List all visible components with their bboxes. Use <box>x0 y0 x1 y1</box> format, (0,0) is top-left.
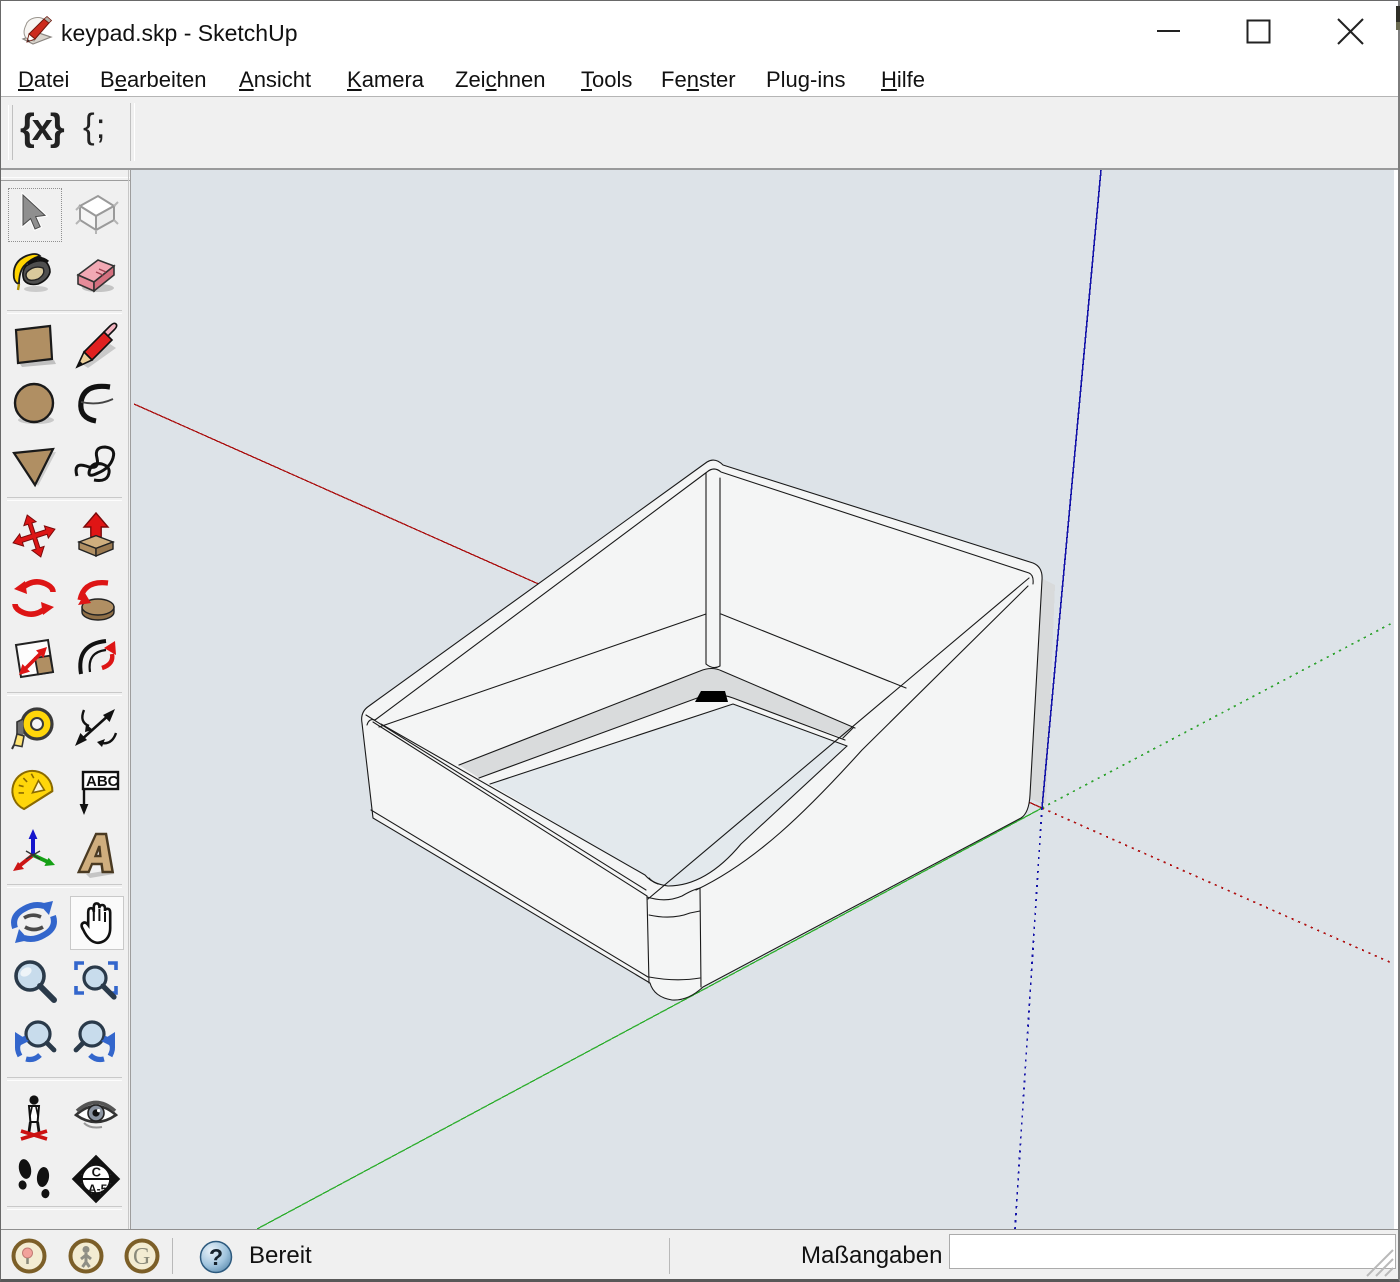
svg-text:G: G <box>133 1244 150 1270</box>
svg-text:?: ? <box>209 1244 223 1270</box>
svg-text:ABC: ABC <box>86 773 119 790</box>
svg-text:A-5: A-5 <box>88 1182 108 1196</box>
svg-text:C: C <box>92 1165 102 1180</box>
